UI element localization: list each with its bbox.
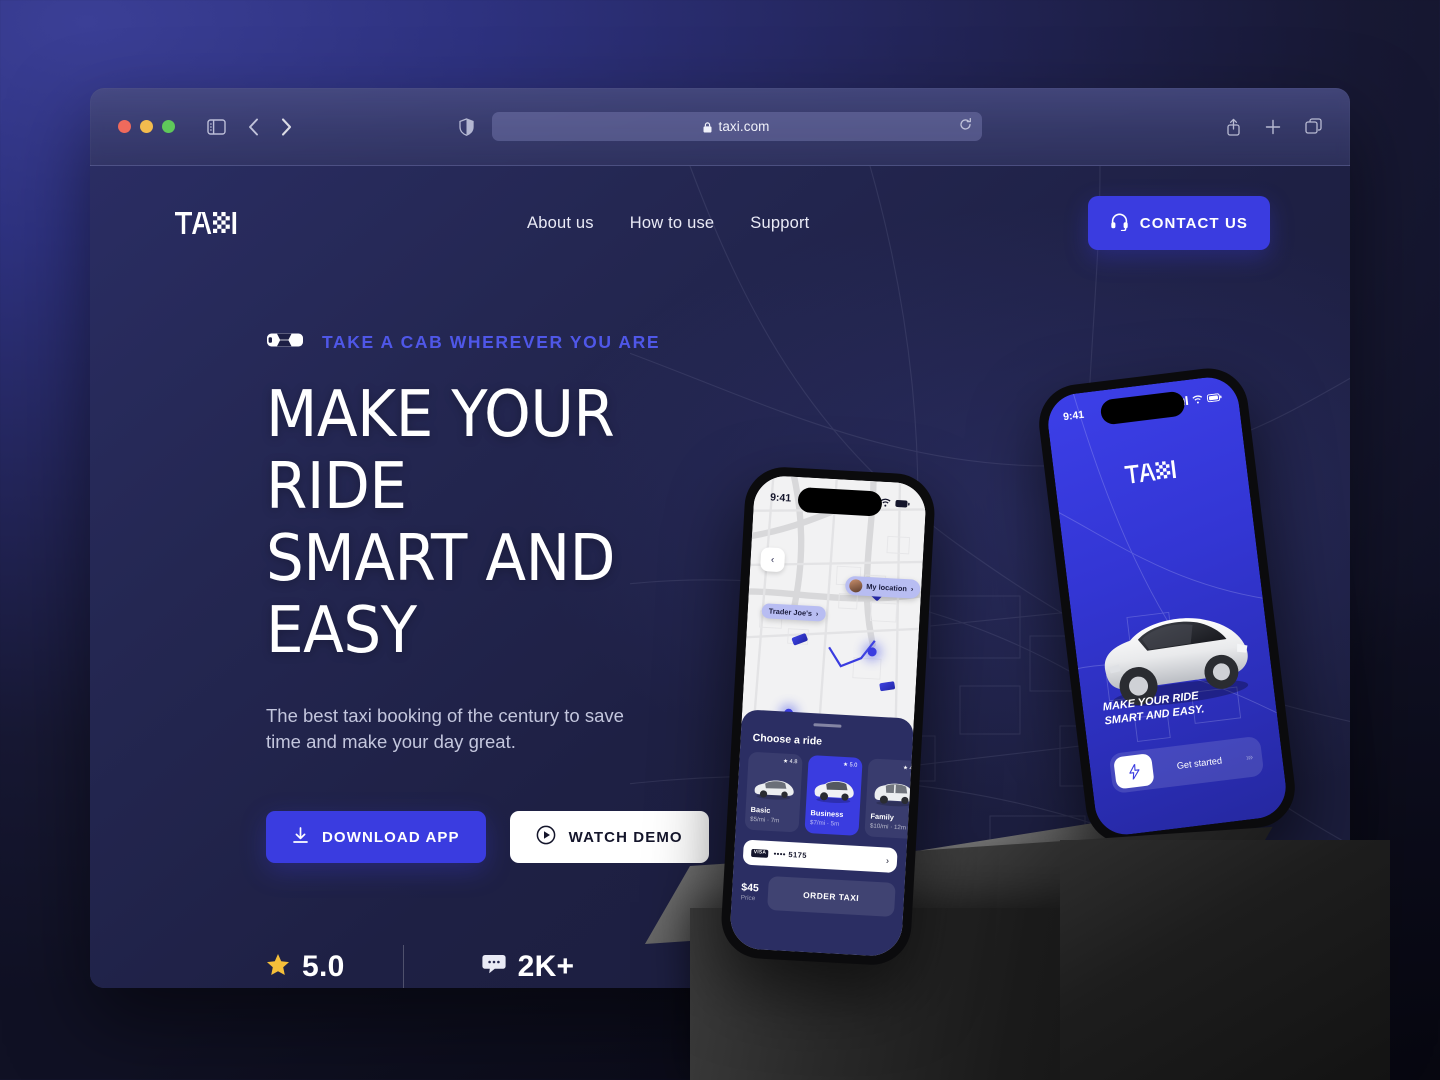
chevron-right-icon: › — [885, 854, 890, 866]
subtitle-line-1: The best taxi booking of the century to — [266, 705, 580, 726]
ride-price-business: $7/mi · 5m — [809, 819, 840, 828]
download-icon — [292, 826, 309, 848]
phone-back-screen: 9:41 MAKE YOUR RIDE SMART AND EASY. Get … — [1044, 373, 1290, 839]
price-value: $45 — [740, 881, 760, 895]
nav-item-how-to-use[interactable]: How to use — [630, 214, 715, 233]
lightning-bolt-icon[interactable] — [1113, 753, 1155, 790]
share-icon[interactable] — [1226, 118, 1241, 136]
phone-front-notch — [797, 487, 883, 517]
hero-subtitle: The best taxi booking of the century to … — [266, 703, 646, 755]
ride-option-basic[interactable]: ★ 4.8 Basic $5/mi · 7m — [744, 751, 803, 833]
stat-reviews-label: Reviews — [266, 988, 345, 989]
stat-reviews-value: 5.0 — [302, 949, 345, 983]
lock-icon — [703, 122, 712, 133]
payment-method-row[interactable]: VISA •••• 5175 › — [742, 839, 898, 874]
sidebar-toggle-icon[interactable] — [207, 118, 226, 135]
car-top-view-icon — [266, 330, 304, 355]
play-circle-icon — [536, 825, 556, 849]
sheet-title: Choose a ride — [752, 731, 823, 748]
window-traffic-lights[interactable] — [118, 120, 175, 133]
headset-icon — [1110, 212, 1129, 235]
ride-price-family: $10/mi · 12m — [869, 822, 907, 832]
plus-icon[interactable] — [1265, 119, 1281, 135]
headline-line-2: SMART AND EASY — [266, 522, 616, 668]
order-row: $45 Price ORDER TAXI — [740, 874, 896, 917]
ride-name-family: Family — [870, 811, 895, 822]
chevron-right-icon: › — [910, 584, 914, 594]
phone-front-device: 9:41 ‹ My location › Trader Joe's › Choo… — [719, 465, 937, 967]
minimize-window-button[interactable] — [140, 120, 153, 133]
pedestal-right — [1060, 840, 1390, 1080]
stats-divider — [402, 945, 404, 988]
download-app-button[interactable]: DOWNLOAD APP — [266, 811, 486, 863]
battery-icon — [895, 498, 911, 511]
ride-option-family[interactable]: ★ 4.5 Family $10/mi · 12m — [864, 758, 923, 840]
shield-icon[interactable] — [458, 117, 474, 136]
contact-us-button[interactable]: CONTACT US — [1087, 196, 1270, 250]
site-logo[interactable] — [175, 212, 237, 234]
stat-responses-label: Good responses — [482, 988, 592, 989]
reload-icon[interactable] — [959, 117, 972, 136]
url-bar[interactable]: taxi.com — [491, 112, 982, 141]
page-title: MAKE YOUR RIDE SMART AND EASY — [266, 379, 772, 667]
watch-demo-button[interactable]: WATCH DEMO — [509, 811, 709, 863]
headline-line-1: MAKE YOUR RIDE — [266, 378, 615, 524]
my-location-label: My location — [866, 581, 908, 594]
ride-name-business: Business — [810, 808, 844, 820]
avatar — [848, 578, 863, 593]
nav-item-support[interactable]: Support — [750, 214, 809, 233]
price-block: $45 Price — [741, 881, 760, 902]
chevron-right-icon[interactable] — [281, 117, 292, 136]
choose-ride-sheet: Choose a ride ★ 4.8 Basic $5/mi · 7m ★ 5.0 — [728, 709, 923, 958]
battery-icon — [1206, 392, 1222, 406]
car-icon — [751, 769, 797, 801]
tab-overview-icon[interactable] — [1305, 118, 1322, 135]
stat-responses: 2K+ Good responses — [482, 950, 592, 989]
phone-front-screen: 9:41 ‹ My location › Trader Joe's › Choo… — [728, 474, 928, 958]
phone-front-time: 9:41 — [769, 491, 792, 505]
car-icon — [871, 776, 917, 808]
ride-price-basic: $5/mi · 7m — [749, 815, 780, 825]
browser-toolbar: taxi.com — [90, 88, 1350, 166]
star-icon — [266, 953, 290, 981]
hero-eyebrow-text: TAKE A CAB WHEREVER YOU ARE — [322, 332, 661, 352]
speech-bubble-icon — [482, 954, 506, 980]
chevron-right-icon: › — [815, 609, 819, 619]
visa-badge: VISA — [751, 848, 769, 858]
payment-card-number: •••• 5175 — [773, 849, 808, 861]
map-back-button[interactable]: ‹ — [759, 547, 786, 573]
contact-us-label: CONTACT US — [1139, 214, 1248, 232]
order-taxi-button[interactable]: ORDER TAXI — [766, 875, 896, 917]
url-text: taxi.com — [718, 119, 770, 134]
ride-options-list: ★ 4.8 Basic $5/mi · 7m ★ 5.0 Business $7… — [744, 751, 923, 840]
hero-eyebrow: TAKE A CAB WHEREVER YOU ARE — [266, 330, 810, 355]
stat-responses-value: 2K+ — [517, 949, 575, 983]
zoom-window-button[interactable] — [162, 120, 175, 133]
slider-arrows-icon: ››› — [1245, 751, 1253, 763]
primary-navigation: About us How to use Support — [527, 214, 809, 233]
close-window-button[interactable] — [118, 120, 131, 133]
car-icon — [811, 772, 857, 804]
download-app-label: DOWNLOAD APP — [322, 828, 460, 846]
trader-joes-label: Trader Joe's — [768, 606, 813, 618]
ride-option-business[interactable]: ★ 5.0 Business $7/mi · 5m — [804, 754, 863, 836]
nav-item-about-us[interactable]: About us — [527, 214, 594, 233]
ride-name-basic: Basic — [750, 804, 771, 815]
ride-rating-business: ★ 5.0 — [842, 761, 858, 769]
stat-reviews: 5.0 Reviews — [266, 950, 345, 989]
chevron-left-icon[interactable] — [248, 118, 259, 136]
ride-rating-family: ★ 4.5 — [902, 765, 918, 773]
price-label: Price — [740, 894, 756, 903]
wifi-icon — [1192, 394, 1204, 407]
sheet-grabber[interactable] — [813, 723, 842, 728]
phone-back-time: 9:41 — [1062, 408, 1085, 424]
watch-demo-label: WATCH DEMO — [568, 828, 683, 846]
ride-rating-basic: ★ 4.8 — [782, 758, 798, 766]
site-header: About us How to use Support CONTACT US — [90, 166, 1350, 250]
get-started-label: Get started — [1176, 755, 1223, 771]
